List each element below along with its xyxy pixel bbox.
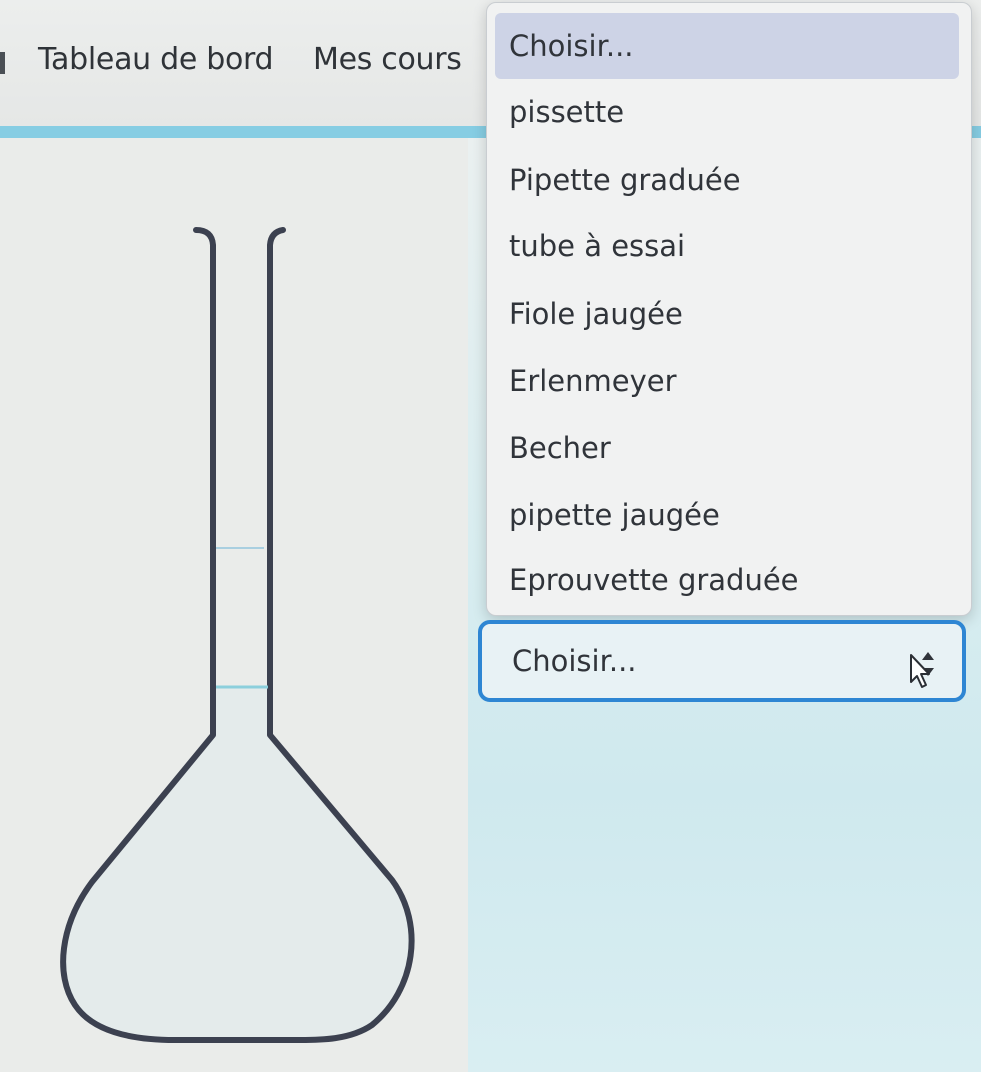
select-current-value: Choisir... [512, 644, 637, 678]
mouse-cursor-icon [910, 654, 930, 688]
dropdown-option-erlenmeyer[interactable]: Erlenmeyer [495, 348, 959, 414]
answer-select[interactable]: Choisir... [478, 620, 966, 702]
dropdown-option-volumetric-pipette[interactable]: pipette jaugée [495, 482, 959, 548]
dropdown-option-graduated-cylinder[interactable]: Eprouvette graduée [495, 547, 959, 613]
dropdown-list: Choisir... pissette Pipette graduée tube… [486, 2, 972, 616]
dropdown-option-beaker[interactable]: Becher [495, 415, 959, 481]
volumetric-flask-image [60, 227, 415, 1043]
nav-link-dashboard[interactable]: Tableau de bord [38, 42, 274, 77]
flask-liquid [63, 687, 412, 1040]
nav-edge-marker [0, 52, 5, 74]
question-image-panel [0, 138, 468, 1072]
dropdown-option-test-tube[interactable]: tube à essai [495, 213, 959, 279]
dropdown-option-volumetric-flask[interactable]: Fiole jaugée [495, 281, 959, 347]
nav-link-my-courses[interactable]: Mes cours [313, 42, 462, 77]
dropdown-option-choose[interactable]: Choisir... [495, 13, 959, 79]
dropdown-option-wash-bottle[interactable]: pissette [495, 79, 959, 145]
dropdown-option-graduated-pipette[interactable]: Pipette graduée [495, 147, 959, 213]
